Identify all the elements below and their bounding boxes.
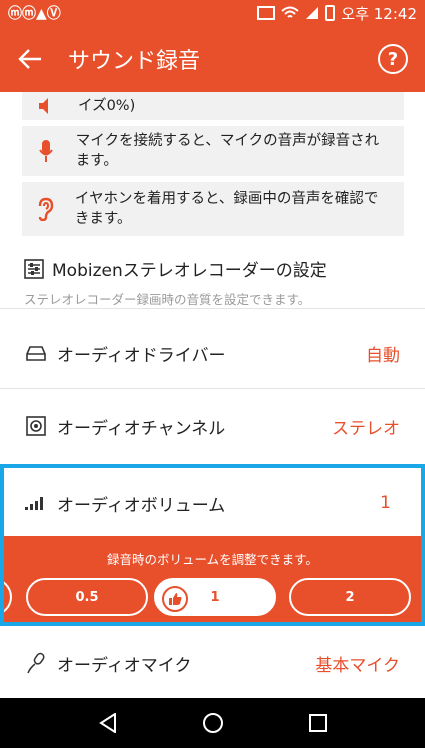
setting-value: ステレオ (332, 418, 400, 439)
speaker-icon (34, 97, 60, 115)
nav-home-button[interactable] (193, 703, 233, 743)
info-text: イヤホンを着用すると、録画中の音声を確認できます。 (74, 191, 379, 227)
arrow-left-icon (18, 49, 41, 69)
square-recents-icon (308, 714, 327, 732)
sliders-icon (24, 258, 44, 279)
setting-label: オーディオマイク (57, 655, 192, 676)
status-time: 오후 12:42 (341, 4, 417, 23)
cast-icon (257, 6, 276, 20)
content-scroll-area[interactable]: イズ0%) マイクを接続すると、マイクの音声が録音されます。 イヤホンを着用する… (0, 92, 425, 698)
stereo-recorder-title-row: Mobizenステレオレコーダーの設定 (24, 256, 404, 281)
setting-audio-channel[interactable]: オーディオチャンネル ステレオ (0, 391, 425, 461)
app-bar: サウンド録音 ? (0, 26, 425, 92)
divider (0, 308, 425, 309)
back-button[interactable] (0, 26, 60, 92)
notification-icons: ⓜⓜ▲Ⓥ (8, 6, 61, 22)
navigation-bar (0, 698, 425, 748)
setting-value: 自動 (366, 345, 400, 366)
triangle-back-icon (98, 713, 116, 733)
setting-label: オーディオドライバー (57, 345, 226, 366)
ear-icon (34, 197, 57, 221)
focus-highlight (0, 464, 425, 626)
stereo-recorder-settings[interactable]: Mobizenステレオレコーダーの設定 ステレオレコーダー録画時の音質を設定でき… (24, 256, 404, 308)
info-text: イズ0%) (78, 98, 136, 114)
signal-icon (306, 7, 319, 19)
status-notification-icons: ⓜⓜ▲Ⓥ (8, 3, 61, 23)
status-system-icons: 오후 12:42 (257, 3, 417, 24)
info-text: マイクを接続すると、マイクの音声が録音されます。 (75, 133, 380, 169)
page-title: サウンド録音 (68, 49, 201, 74)
help-button[interactable]: ? (378, 44, 408, 74)
circle-home-icon (202, 713, 223, 733)
setting-audio-mic[interactable]: オーディオマイク 基本マイク (0, 628, 425, 698)
drive-icon (25, 342, 47, 364)
microphone-outline-icon (25, 652, 47, 674)
info-item-ear: イヤホンを着用すると、録画中の音声を確認できます。 (22, 182, 404, 236)
help-icon: ? (387, 48, 399, 70)
stereo-recorder-title: Mobizenステレオレコーダーの設定 (52, 261, 327, 281)
nav-recents-button[interactable] (298, 703, 338, 743)
speaker-box-icon (25, 415, 47, 437)
microphone-icon (34, 139, 58, 163)
nav-back-button[interactable] (88, 703, 128, 743)
stereo-recorder-subtitle: ステレオレコーダー録画時の音質を設定できます。 (24, 292, 311, 307)
info-item-microphone: マイクを接続すると、マイクの音声が録音されます。 (22, 126, 404, 176)
wifi-icon (281, 6, 300, 18)
info-item-speaker: イズ0%) (22, 92, 404, 120)
setting-audio-driver[interactable]: オーディオドライバー 自動 (0, 318, 425, 388)
battery-icon (325, 5, 336, 21)
setting-value: 基本マイク (315, 655, 400, 676)
setting-label: オーディオチャンネル (57, 418, 226, 439)
divider (0, 388, 425, 389)
status-bar: ⓜⓜ▲Ⓥ 오후 12:42 (0, 0, 425, 26)
